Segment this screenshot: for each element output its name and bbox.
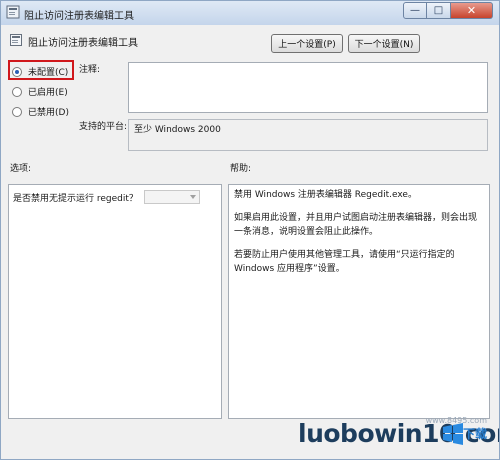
- comment-textarea[interactable]: [128, 62, 488, 113]
- help-paragraph: 禁用 Windows 注册表编辑器 Regedit.exe。: [234, 190, 417, 200]
- help-paragraph: 如果启用此设置，并且用户试图启动注册表编辑器，则会出现一条消息，说明设置会阻止此…: [234, 213, 478, 237]
- maximize-button[interactable]: □: [427, 2, 451, 19]
- radio-not-configured[interactable]: 未配置(C): [12, 65, 68, 78]
- radio-disabled[interactable]: 已禁用(D): [12, 105, 69, 118]
- radio-label: 已启用(E): [28, 88, 68, 98]
- maximize-icon: □: [433, 5, 444, 16]
- option-label: 是否禁用无提示运行 regedit？: [13, 193, 138, 204]
- radio-enabled[interactable]: 已启用(E): [12, 85, 68, 98]
- help-pane: 禁用 Windows 注册表编辑器 Regedit.exe。 如果启用此设置，并…: [228, 184, 490, 419]
- radio-unselected-icon: [12, 106, 22, 117]
- window-title: 阻止访问注册表编辑工具: [24, 11, 134, 22]
- option-dropdown[interactable]: [143, 190, 200, 204]
- close-icon: ✕: [466, 4, 477, 17]
- options-pane: 是否禁用无提示运行 regedit？: [8, 184, 222, 419]
- chevron-down-icon: [189, 195, 196, 199]
- help-paragraph: 若要防止用户使用其他管理工具，请使用“只运行指定的 Windows 应用程序”设…: [234, 250, 455, 274]
- platform-value: 至少 Windows 2000: [128, 119, 488, 151]
- platform-label: 支持的平台:: [79, 122, 128, 132]
- radio-label: 未配置(C): [28, 68, 69, 78]
- policy-name: 阻止访问注册表编辑工具: [28, 38, 138, 49]
- radio-selected-icon: [12, 66, 22, 77]
- windows-logo-icon: [443, 423, 463, 445]
- option-row: 是否禁用无提示运行 regedit？: [13, 190, 200, 204]
- previous-setting-button[interactable]: 上一个设置(P): [271, 34, 343, 53]
- next-setting-button[interactable]: 下一个设置(N): [348, 34, 420, 53]
- radio-label: 已禁用(D): [28, 108, 69, 118]
- radio-unselected-icon: [12, 86, 22, 97]
- close-button[interactable]: ✕: [451, 2, 493, 19]
- help-label: 帮助:: [230, 164, 252, 174]
- title-bar[interactable]: 阻止访问注册表编辑工具 — □ ✕: [1, 1, 499, 25]
- setting-icon: [10, 34, 22, 46]
- minimize-icon: —: [410, 5, 420, 16]
- options-label: 选项:: [10, 164, 32, 174]
- minimize-button[interactable]: —: [403, 2, 427, 19]
- comment-label: 注释:: [79, 65, 101, 75]
- watermark-extra: 下载: [463, 427, 488, 441]
- window-controls: — □ ✕: [403, 2, 493, 20]
- policy-icon: [6, 5, 20, 19]
- policy-dialog-window: 阻止访问注册表编辑工具 — □ ✕ 阻止访问注册表编辑工具 上一个设置(P) 下…: [0, 0, 500, 460]
